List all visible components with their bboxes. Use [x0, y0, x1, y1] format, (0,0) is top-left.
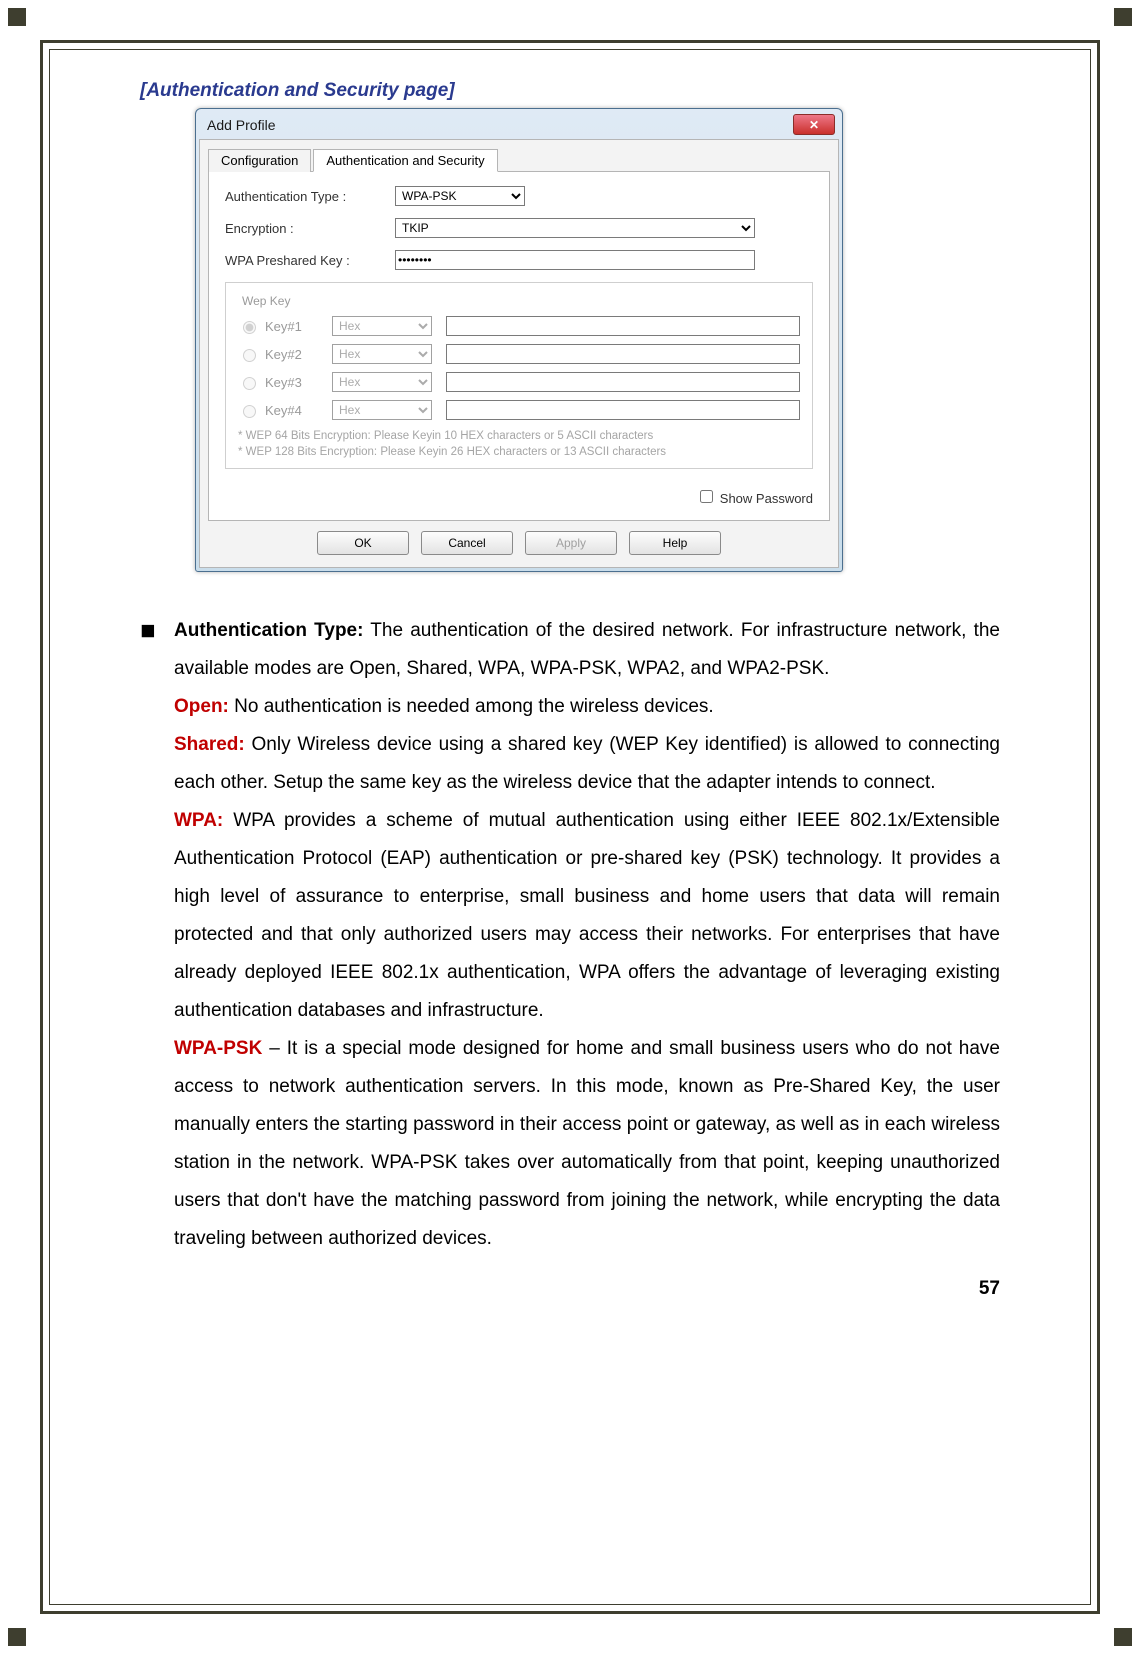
wep-hints: * WEP 64 Bits Encryption: Please Keyin 1… [238, 428, 800, 460]
encryption-select[interactable]: TKIP [395, 218, 755, 238]
corner-ornament [1114, 8, 1132, 26]
def-wpa-psk: WPA-PSK – It is a special mode designed … [174, 1030, 1000, 1258]
page-content: [Authentication and Security page] Add P… [49, 49, 1091, 1605]
wep-key3-input[interactable] [446, 372, 800, 392]
wep-legend: Wep Key [238, 294, 294, 308]
wep-key-row: Key#3 Hex [238, 372, 800, 392]
corner-ornament [8, 1628, 26, 1646]
wep-key4-format[interactable]: Hex [332, 400, 432, 420]
encryption-row: Encryption : TKIP [225, 218, 813, 238]
ok-button[interactable]: OK [317, 531, 409, 555]
show-password-checkbox[interactable] [700, 490, 713, 503]
help-button[interactable]: Help [629, 531, 721, 555]
psk-row: WPA Preshared Key : [225, 250, 813, 270]
text-wpa: WPA provides a scheme of mutual authenti… [174, 810, 1000, 1021]
wep-key4-label: Key#4 [265, 403, 302, 418]
term-shared: Shared: [174, 734, 245, 755]
wep-key-row: Key#2 Hex [238, 344, 800, 364]
auth-type-row: Authentication Type : WPA-PSK [225, 186, 813, 206]
auth-type-select[interactable]: WPA-PSK [395, 186, 525, 206]
term-wpa-psk: WPA-PSK [174, 1038, 262, 1059]
corner-ornament [8, 8, 26, 26]
corner-ornament [1114, 1628, 1132, 1646]
text-shared: Only Wireless device using a shared key … [174, 734, 1000, 793]
def-wpa: WPA: WPA provides a scheme of mutual aut… [174, 802, 1000, 1030]
document-text: ◼ Authentication Type: The authenticatio… [140, 612, 1000, 1258]
wep-key3-format[interactable]: Hex [332, 372, 432, 392]
dialog-body: Configuration Authentication and Securit… [199, 139, 839, 568]
apply-button[interactable]: Apply [525, 531, 617, 555]
cancel-button[interactable]: Cancel [421, 531, 513, 555]
show-password-row: Show Password [225, 487, 813, 506]
text-open: No authentication is needed among the wi… [229, 696, 714, 717]
close-button[interactable]: ✕ [793, 114, 835, 135]
dialog-title: Add Profile [207, 117, 275, 133]
def-open: Open: No authentication is needed among … [174, 688, 1000, 726]
tab-auth-security[interactable]: Authentication and Security [313, 149, 497, 172]
wep-key-row: Key#1 Hex [238, 316, 800, 336]
auth-type-label: Authentication Type : [225, 189, 395, 204]
section-heading: [Authentication and Security page] [140, 80, 1000, 102]
wep-key3-radio[interactable] [243, 377, 256, 390]
bullet-icon: ◼ [140, 612, 174, 688]
dialog-titlebar: Add Profile ✕ [199, 112, 839, 139]
auth-panel: Authentication Type : WPA-PSK Encryption… [208, 172, 830, 521]
wep-key1-label: Key#1 [265, 319, 302, 334]
wep-key2-input[interactable] [446, 344, 800, 364]
close-icon: ✕ [809, 118, 819, 132]
encryption-label: Encryption : [225, 221, 395, 236]
auth-type-term: Authentication Type: [174, 620, 363, 641]
page-frame: [Authentication and Security page] Add P… [40, 40, 1100, 1614]
wep-key3-label: Key#3 [265, 375, 302, 390]
tab-strip: Configuration Authentication and Securit… [208, 148, 830, 172]
term-open: Open: [174, 696, 229, 717]
wep-key4-radio[interactable] [243, 405, 256, 418]
text-wpa-psk: – It is a special mode designed for home… [174, 1038, 1000, 1249]
wep-key2-label: Key#2 [265, 347, 302, 362]
wep-key4-input[interactable] [446, 400, 800, 420]
wep-key-group: Wep Key Key#1 Hex Ke [225, 282, 813, 469]
wep-key-row: Key#4 Hex [238, 400, 800, 420]
wep-hint-128: * WEP 128 Bits Encryption: Please Keyin … [238, 444, 800, 460]
page-number: 57 [140, 1278, 1000, 1300]
wep-key1-radio[interactable] [243, 321, 256, 334]
add-profile-dialog: Add Profile ✕ Configuration Authenticati… [195, 108, 843, 572]
tab-configuration[interactable]: Configuration [208, 149, 311, 172]
dialog-buttons: OK Cancel Apply Help [208, 531, 830, 555]
show-password-label: Show Password [720, 491, 813, 506]
wep-hint-64: * WEP 64 Bits Encryption: Please Keyin 1… [238, 428, 800, 444]
auth-type-paragraph: Authentication Type: The authentication … [174, 612, 1000, 688]
psk-input[interactable] [395, 250, 755, 270]
term-wpa: WPA: [174, 810, 223, 831]
def-shared: Shared: Only Wireless device using a sha… [174, 726, 1000, 802]
wep-key2-format[interactable]: Hex [332, 344, 432, 364]
psk-label: WPA Preshared Key : [225, 253, 395, 268]
wep-key2-radio[interactable] [243, 349, 256, 362]
definitions: Open: No authentication is needed among … [174, 688, 1000, 1258]
wep-key1-input[interactable] [446, 316, 800, 336]
wep-key1-format[interactable]: Hex [332, 316, 432, 336]
